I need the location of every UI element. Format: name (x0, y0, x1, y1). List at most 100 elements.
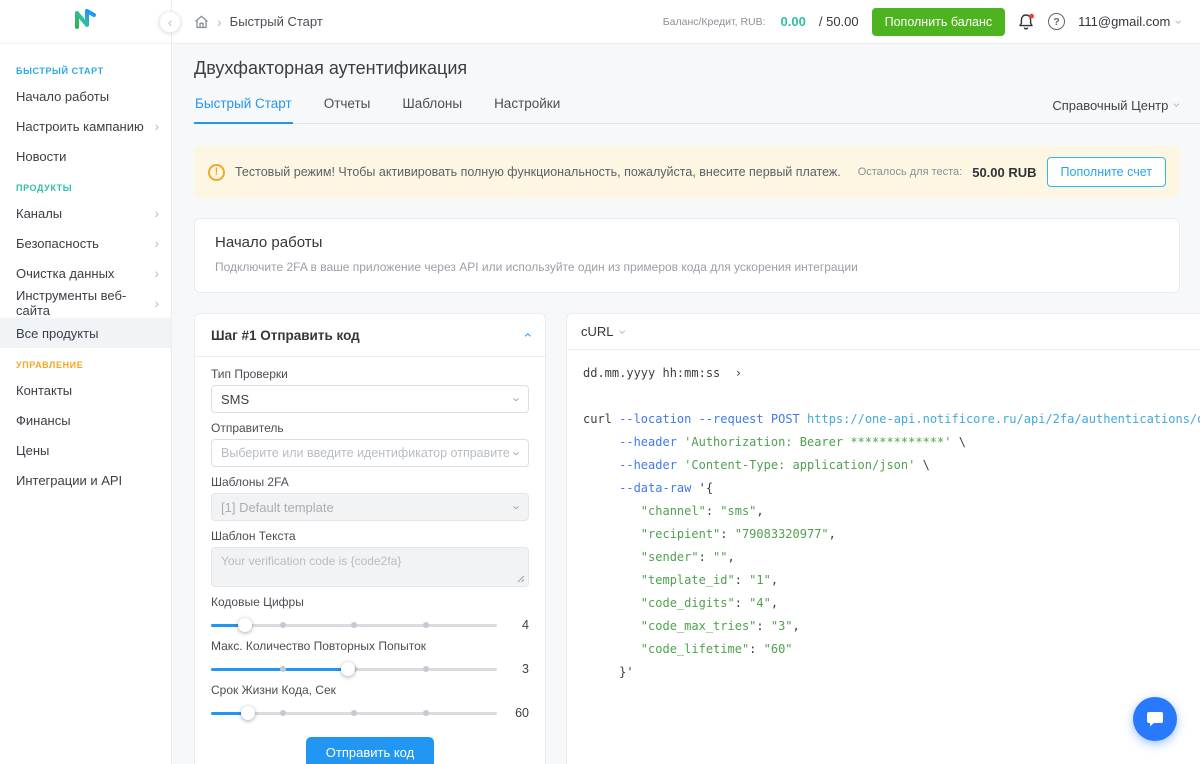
code-lifetime-slider[interactable] (211, 706, 497, 720)
help-center-menu[interactable]: Справочный Центр › (1052, 98, 1180, 113)
notifications-bell-icon[interactable] (1018, 13, 1035, 31)
send-code-button[interactable]: Отправить код (306, 737, 434, 764)
code-language-select[interactable]: cURL › (567, 314, 1200, 350)
sidebar-item-finances[interactable]: Финансы (0, 405, 171, 435)
template-text-placeholder: Your verification code is {code2fa} (221, 554, 401, 568)
field-templates: Шаблоны 2FA [1] Default template › (211, 475, 529, 521)
topbar: › Быстрый Старт Баланс/Кредит, RUB: 0.00… (172, 0, 1200, 44)
sidebar-item-channels[interactable]: Каналы› (0, 198, 171, 228)
topbar-right: Баланс/Кредит, RUB: 0.00 / 50.00 Пополни… (663, 8, 1182, 36)
sidebar-item-label: Начало работы (16, 89, 109, 104)
field-sender: Отправитель Выберите или введите идентиф… (211, 421, 529, 467)
templates-value: [1] Default template (221, 500, 334, 515)
tab-settings[interactable]: Настройки (493, 87, 561, 124)
max-tries-value: 3 (509, 662, 529, 676)
sidebar-item-all-products[interactable]: Все продукты (0, 318, 171, 348)
max-tries-label: Макс. Количество Повторных Попыток (211, 639, 529, 653)
app-logo[interactable] (71, 6, 101, 37)
sidebar: БЫСТРЫЙ СТАРТ Начало работы Настроить ка… (0, 0, 172, 764)
sidebar-header (0, 0, 171, 44)
step1-title: Шаг #1 Отправить код (211, 328, 360, 343)
sidebar-collapse-button[interactable]: ‹ (159, 11, 181, 33)
chat-bubble-icon (1145, 709, 1165, 729)
sidebar-item-label: Безопасность (16, 236, 99, 251)
home-icon[interactable] (194, 15, 209, 29)
step1-header[interactable]: Шаг #1 Отправить код › (195, 314, 545, 357)
tabs: Быстрый Старт Отчеты Шаблоны Настройки С… (194, 87, 1200, 124)
sidebar-section-products: ПРОДУКТЫ (0, 171, 171, 198)
tab-templates[interactable]: Шаблоны (401, 87, 463, 124)
slider-handle[interactable] (238, 618, 252, 632)
chevron-down-icon: › (1171, 103, 1185, 108)
main-column: › Быстрый Старт Баланс/Кредит, RUB: 0.00… (172, 0, 1200, 764)
verification-type-select[interactable]: SMS › (211, 385, 529, 413)
logo-icon (71, 6, 101, 32)
sidebar-section-quick-start: БЫСТРЫЙ СТАРТ (0, 54, 171, 81)
topup-account-button[interactable]: Пополните счет (1047, 157, 1166, 187)
field-max-tries: Макс. Количество Повторных Попыток (211, 639, 529, 679)
code-panel: cURL › dd.mm.yyyy hh:mm:ss › curl --loca… (566, 313, 1200, 764)
getting-started-subtitle: Подключите 2FA в ваше приложение через A… (215, 260, 1159, 274)
sidebar-item-setup-campaign[interactable]: Настроить кампанию › (0, 111, 171, 141)
sidebar-item-integrations-api[interactable]: Интеграции и API (0, 465, 171, 495)
code-block: dd.mm.yyyy hh:mm:ss › curl --location --… (567, 350, 1200, 696)
sidebar-section-management: УПРАВЛЕНИЕ (0, 348, 171, 375)
tab-reports[interactable]: Отчеты (323, 87, 372, 124)
field-code-lifetime: Срок Жизни Кода, Сек (211, 683, 529, 723)
chevron-right-icon: › (154, 236, 159, 250)
chevron-down-icon: › (509, 505, 524, 509)
code-language-label: cURL (581, 324, 614, 339)
code-digits-value: 4 (509, 618, 529, 632)
slider-tick (351, 622, 357, 628)
chevron-right-icon: › (154, 119, 159, 133)
page-title: Двухфакторная аутентификация (194, 58, 1200, 79)
sidebar-nav: БЫСТРЫЙ СТАРТ Начало работы Настроить ка… (0, 44, 171, 495)
sidebar-item-news[interactable]: Новости (0, 141, 171, 171)
chevron-right-icon: › (154, 296, 159, 310)
step1-card: Шаг #1 Отправить код › Тип Проверки SMS … (194, 313, 546, 764)
field-verification-type: Тип Проверки SMS › (211, 367, 529, 413)
banner-right: Осталось для теста: 50.00 RUB Пополните … (858, 157, 1166, 187)
balance-value: 0.00 (781, 14, 806, 29)
slider-tick (423, 666, 429, 672)
max-tries-slider[interactable] (211, 662, 497, 676)
banner-text: Тестовый режим! Чтобы активировать полну… (235, 165, 841, 179)
step1-body: Тип Проверки SMS › Отправитель Выберите … (195, 357, 545, 764)
app-root: БЫСТРЫЙ СТАРТ Начало работы Настроить ка… (0, 0, 1200, 764)
resize-handle-icon[interactable] (517, 575, 525, 583)
sidebar-item-website-tools[interactable]: Инструменты веб-сайта› (0, 288, 171, 318)
balance-total: / 50.00 (819, 14, 859, 29)
sidebar-item-prices[interactable]: Цены (0, 435, 171, 465)
templates-select[interactable]: [1] Default template › (211, 493, 529, 521)
help-icon[interactable]: ? (1048, 13, 1065, 30)
sender-select[interactable]: Выберите или введите идентификатор отпра… (211, 439, 529, 467)
template-text-label: Шаблон Текста (211, 529, 529, 543)
breadcrumb-page[interactable]: Быстрый Старт (230, 14, 323, 29)
sidebar-item-label: Контакты (16, 383, 72, 398)
sidebar-item-label: Каналы (16, 206, 62, 221)
columns: Шаг #1 Отправить код › Тип Проверки SMS … (194, 313, 1200, 764)
account-email: 111@gmail.com (1078, 14, 1170, 29)
tab-quick-start[interactable]: Быстрый Старт (194, 87, 293, 124)
chevron-up-icon[interactable]: › (519, 333, 535, 338)
page-content: Двухфакторная аутентификация Быстрый Ста… (172, 44, 1200, 764)
sidebar-item-data-cleaning[interactable]: Очистка данных› (0, 258, 171, 288)
slider-handle[interactable] (241, 706, 255, 720)
test-mode-banner: ! Тестовый режим! Чтобы активировать пол… (194, 146, 1180, 198)
sidebar-item-getting-started[interactable]: Начало работы (0, 81, 171, 111)
sidebar-item-label: Финансы (16, 413, 71, 428)
sidebar-item-security[interactable]: Безопасность › (0, 228, 171, 258)
chevron-down-icon: › (509, 397, 524, 401)
account-menu[interactable]: 111@gmail.com › (1078, 14, 1182, 29)
code-digits-slider[interactable] (211, 618, 497, 632)
breadcrumb: › Быстрый Старт (194, 14, 323, 30)
topup-balance-button[interactable]: Пополнить баланс (872, 8, 1006, 36)
slider-tick (280, 710, 286, 716)
template-text-input[interactable]: Your verification code is {code2fa} (211, 547, 529, 587)
chevron-right-icon: › (154, 266, 159, 280)
slider-handle[interactable] (341, 662, 355, 676)
sidebar-item-label: Настроить кампанию (16, 119, 144, 134)
chat-widget-button[interactable] (1133, 697, 1177, 741)
chevron-down-icon: › (509, 451, 524, 455)
sidebar-item-contacts[interactable]: Контакты (0, 375, 171, 405)
